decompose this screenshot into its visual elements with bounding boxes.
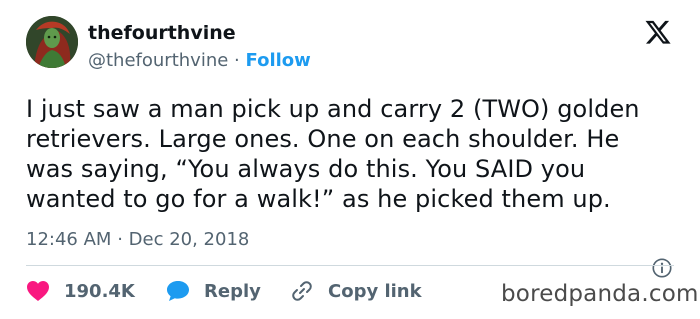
x-logo-icon[interactable]: [644, 18, 672, 46]
author-handle[interactable]: @thefourthvine: [88, 50, 228, 71]
speech-bubble-icon: [167, 281, 189, 301]
reply-label: Reply: [204, 280, 261, 302]
like-count: 190.4K: [64, 280, 135, 302]
copy-link-label: Copy link: [328, 280, 422, 302]
author-display-name[interactable]: thefourthvine: [88, 22, 236, 44]
divider: [26, 265, 674, 266]
boredpanda-watermark: boredpanda.com: [501, 281, 699, 307]
link-icon: [292, 281, 312, 301]
reply-button[interactable]: Reply: [166, 278, 261, 304]
separator-dot: ·: [234, 50, 240, 71]
meta-separator: ·: [117, 229, 123, 250]
avatar-image: [26, 16, 78, 68]
author-handle-row: @thefourthvine · Follow: [88, 50, 311, 71]
heart-icon: [27, 281, 49, 301]
copy-link-button[interactable]: Copy link: [290, 278, 422, 304]
tweet-card: thefourthvine @thefourthvine · Follow I …: [0, 0, 700, 319]
tweet-text: I just saw a man pick up and carry 2 (TW…: [26, 95, 640, 213]
tweet-time: 12:46 AM: [26, 229, 112, 250]
follow-button[interactable]: Follow: [246, 50, 311, 71]
like-button[interactable]: 190.4K: [26, 278, 135, 304]
tweet-date: Dec 20, 2018: [128, 229, 250, 250]
tweet-timestamp[interactable]: 12:46 AM · Dec 20, 2018: [26, 229, 249, 250]
avatar[interactable]: [26, 16, 78, 68]
info-icon[interactable]: [651, 257, 673, 279]
